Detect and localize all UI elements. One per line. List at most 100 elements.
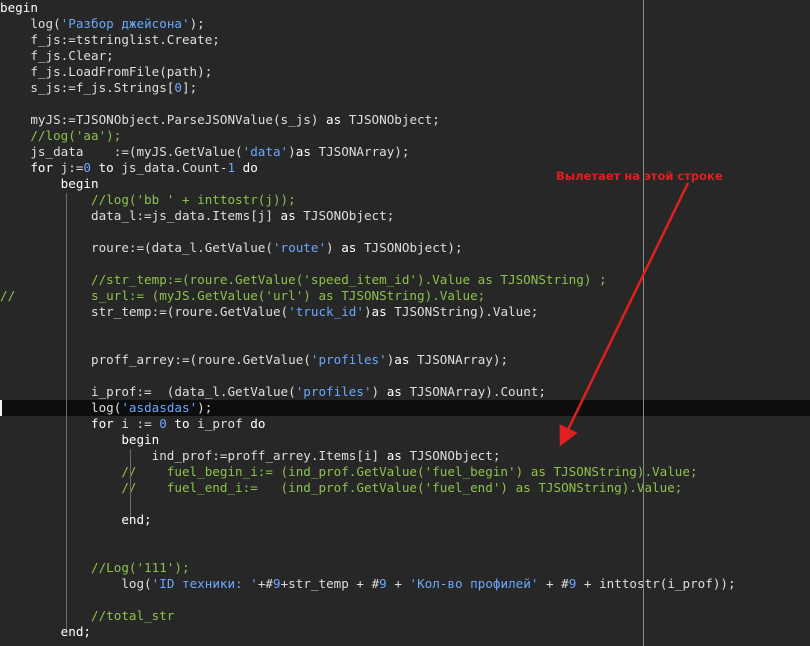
code-line[interactable]: f_js:=tstringlist.Create;	[0, 32, 810, 48]
code-token: //Log('111');	[0, 560, 190, 575]
code-token: 0	[159, 416, 167, 431]
code-token: TJSONObject;	[341, 112, 440, 127]
code-line[interactable]	[0, 256, 810, 272]
code-line[interactable]	[0, 320, 810, 336]
code-token: TJSONArray).Count;	[401, 384, 546, 399]
code-line[interactable]: ind_prof:=proff_arrey.Items[i] as TJSONO…	[0, 448, 810, 464]
code-token: TJSONObject;	[295, 208, 395, 223]
code-line[interactable]: begin	[0, 0, 810, 16]
code-token: TJSONObject;	[401, 448, 501, 463]
code-line[interactable]: //Log('111');	[0, 560, 810, 576]
code-token: 'truck_id'	[288, 304, 364, 319]
code-line[interactable]: f_js.LoadFromFile(path);	[0, 64, 810, 80]
code-line[interactable]: data_l:=js_data.Items[j] as TJSONObject;	[0, 208, 810, 224]
code-line[interactable]: s_js:=f_js.Strings[0];	[0, 80, 810, 96]
code-line[interactable]: i_prof:= (data_l.GetValue('profiles') as…	[0, 384, 810, 400]
code-line[interactable]: str_temp:=(roure.GetValue('truck_id')as …	[0, 304, 810, 320]
code-token: log(	[0, 576, 152, 591]
code-line[interactable]: proff_arrey:=(roure.GetValue('profiles')…	[0, 352, 810, 368]
code-line[interactable]: end;	[0, 624, 810, 640]
code-token: TJSONString).Value;	[386, 304, 539, 319]
code-line[interactable]: //total_str	[0, 608, 810, 624]
code-token: str_temp:=(roure.GetValue(	[0, 304, 289, 319]
code-token: 9	[272, 576, 281, 591]
code-token: j:=	[53, 160, 84, 175]
code-line-current[interactable]: log('asdasdas');	[0, 400, 810, 416]
code-token: 'profiles'	[295, 384, 372, 399]
code-line[interactable]	[0, 224, 810, 240]
code-token: 'Кол-во профилей'	[409, 576, 539, 591]
code-line[interactable]	[0, 544, 810, 560]
code-token: 9	[379, 576, 387, 591]
code-token: +str_temp + #	[280, 576, 380, 591]
code-token: )	[288, 144, 296, 159]
code-token: )	[371, 384, 387, 399]
code-token: js_data.Count-	[113, 160, 228, 175]
code-token: TJSONArray);	[409, 352, 509, 367]
code-token: as	[386, 384, 402, 399]
code-line[interactable]: //log('bb ' + inttostr(j));	[0, 192, 810, 208]
code-line[interactable]: for i := 0 to i_prof do	[0, 416, 810, 432]
code-token: ];	[181, 80, 198, 95]
code-line[interactable]: begin	[0, 432, 810, 448]
code-line[interactable]: // fuel_end_i:= (ind_prof.GetValue('fuel…	[0, 480, 810, 496]
code-token: i_prof:= (data_l.GetValue(	[0, 384, 296, 399]
code-line[interactable]	[0, 96, 810, 112]
code-token: roure:=(data_l.GetValue(	[0, 240, 273, 255]
code-token: //log('bb ' + inttostr(j));	[0, 192, 296, 207]
code-token: 0	[83, 160, 92, 175]
code-token: for	[0, 416, 114, 431]
code-token: f_js.Clear;	[0, 48, 114, 63]
code-token: 'profiles'	[310, 352, 387, 367]
code-token: log(	[0, 16, 61, 31]
annotation-label: Вылетает на этой строке	[556, 169, 723, 183]
code-token: do	[250, 416, 266, 431]
code-token: as	[280, 208, 296, 223]
code-token: as	[394, 352, 410, 367]
code-token: as	[371, 304, 387, 319]
block-guide-outer	[66, 193, 67, 629]
code-line[interactable]: log('ID техники: '+#9+str_temp + #9 + 'К…	[0, 576, 810, 592]
code-line[interactable]: //log('aa');	[0, 128, 810, 144]
code-token: begin	[0, 176, 99, 191]
code-token: as	[295, 144, 311, 159]
code-token: ind_prof:=proff_arrey.Items[i]	[0, 448, 387, 463]
code-token: log(	[0, 400, 122, 415]
code-token: //str_temp:=(roure.GetValue('speed_item_…	[0, 272, 607, 287]
right-margin-line	[643, 0, 644, 646]
code-line[interactable]	[0, 592, 810, 608]
code-line[interactable]: end;	[0, 512, 810, 528]
code-line[interactable]: log('Разбор джейсона');	[0, 16, 810, 32]
code-token: );	[197, 400, 213, 415]
code-line[interactable]: js_data :=(myJS.GetValue('data')as TJSON…	[0, 144, 810, 160]
code-line[interactable]: f_js.Clear;	[0, 48, 810, 64]
code-token: TJSONObject);	[356, 240, 463, 255]
code-line[interactable]: // fuel_begin_i:= (ind_prof.GetValue('fu…	[0, 464, 810, 480]
code-token: i :=	[113, 416, 160, 431]
code-line[interactable]	[0, 496, 810, 512]
code-token: js_data :=(myJS.GetValue(	[0, 144, 243, 159]
code-token: s_js:=f_js.Strings[	[0, 80, 175, 95]
code-line[interactable]: //str_temp:=(roure.GetValue('speed_item_…	[0, 272, 810, 288]
code-token: begin	[0, 432, 160, 447]
code-token: + #	[538, 576, 569, 591]
code-token: for	[0, 160, 54, 175]
code-editor[interactable]: begin log('Разбор джейсона'); f_js:=tstr…	[0, 0, 810, 646]
code-token: as	[341, 240, 357, 255]
code-token: 'ID техники: '	[151, 576, 258, 591]
code-token: + inttostr(i_prof));	[576, 576, 736, 591]
code-line[interactable]: myJS:=TJSONObject.ParseJSONValue(s_js) a…	[0, 112, 810, 128]
code-line[interactable]	[0, 336, 810, 352]
block-guide-inner	[130, 449, 131, 517]
code-token: to	[91, 160, 114, 175]
code-token: begin	[0, 0, 38, 15]
code-line[interactable]	[0, 368, 810, 384]
code-token: i_prof	[189, 416, 251, 431]
code-token: as	[386, 448, 402, 463]
code-line[interactable]: // s_url:= (myJS.GetValue('url') as TJSO…	[0, 288, 810, 304]
code-token: to	[166, 416, 190, 431]
code-line[interactable]	[0, 528, 810, 544]
code-token: end;	[0, 624, 91, 639]
code-line[interactable]: roure:=(data_l.GetValue('route') as TJSO…	[0, 240, 810, 256]
code-token: end;	[0, 512, 152, 527]
